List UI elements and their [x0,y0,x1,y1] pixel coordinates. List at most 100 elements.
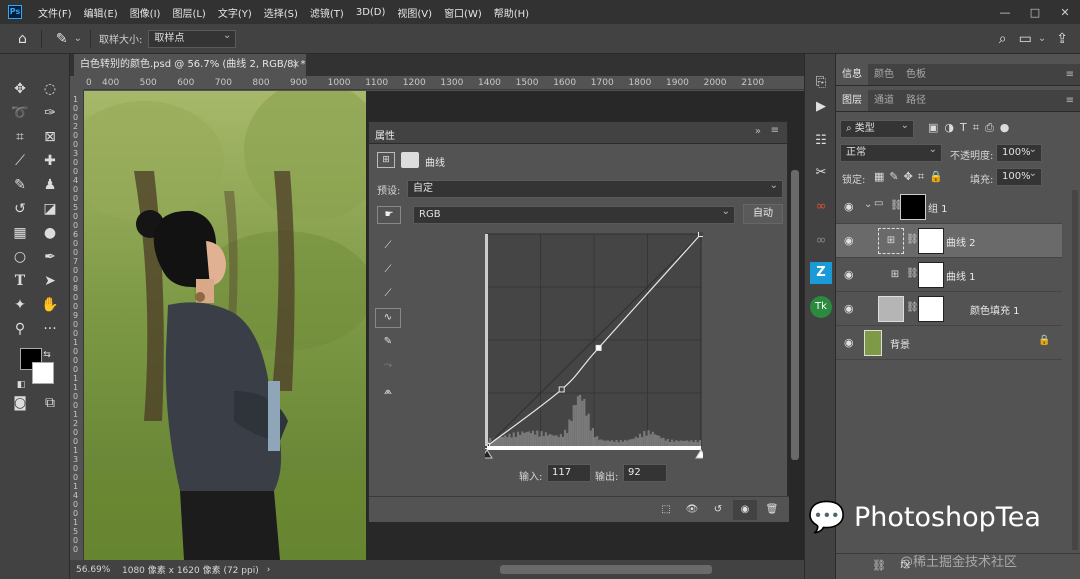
curve-points-icon[interactable]: ∿ [375,308,401,328]
smooth-curve-icon[interactable]: ⤳ [379,358,397,374]
layer-mask-thumbnail[interactable] [918,228,944,254]
frame-tool-icon[interactable]: ⊠ [38,126,62,148]
photo-canvas[interactable] [84,91,366,560]
filter-adjust-icon[interactable]: ◑ [944,121,960,134]
chevron-down-icon[interactable]: ⌄ [864,199,872,210]
black-point-slider[interactable] [485,449,493,459]
channel-select[interactable]: RGB [413,204,735,224]
menu-help[interactable]: 帮助(H) [488,5,535,20]
plugin-tk-icon[interactable]: Tk [810,296,832,318]
on-image-adjust-icon[interactable]: ☛ [377,206,401,224]
curves-adjust-icon[interactable]: ⊞ [878,228,904,254]
history-brush-icon[interactable]: ↺ [8,198,32,220]
chevron-down-icon[interactable]: ⌄ [1038,33,1046,44]
draw-curve-icon[interactable]: ✎ [379,334,397,350]
reset-icon[interactable]: ↺ [707,502,729,518]
blend-mode-select[interactable]: 正常 [840,142,942,162]
swap-colors-icon[interactable]: ⇆ [40,344,54,366]
panel-menu-icon[interactable]: ≡ [1066,69,1074,80]
menu-select[interactable]: 选择(S) [258,5,304,20]
eye-icon[interactable]: ◉ [844,336,854,349]
home-icon[interactable]: ⌂ [12,31,33,47]
tab-paths[interactable]: 路径 [900,90,932,111]
link-icon[interactable]: ⛓ [906,234,919,245]
more-tools-icon[interactable]: ··· [38,318,62,340]
output-field[interactable]: 92 [623,464,667,482]
filter-type-icon[interactable]: T [960,121,973,134]
delete-icon[interactable]: 🗑 [761,502,783,518]
eye-icon[interactable]: ◉ [844,302,854,315]
menu-file[interactable]: 文件(F) [32,5,78,20]
curve-control-point[interactable] [595,344,602,351]
tab-layers[interactable]: 图层 [836,90,868,111]
hand-tool-icon[interactable]: ✋ [38,294,62,316]
group-mask-thumbnail[interactable] [900,194,926,220]
filter-pixel-icon[interactable]: ▣ [928,121,944,134]
adjust-tools-icon[interactable]: ✂ [810,162,832,184]
filter-shape-icon[interactable]: ⌗ [973,121,985,134]
white-point-dropper-icon[interactable]: ⟋ [379,286,397,302]
stamp-tool-icon[interactable]: ♟ [38,174,62,196]
path-select-icon[interactable]: ➤ [38,270,62,292]
type-tool-icon[interactable]: T [8,270,32,292]
tab-channels[interactable]: 通道 [868,90,900,111]
filter-toggle-icon[interactable]: ● [1000,121,1016,134]
layers-scrollbar[interactable] [1072,190,1078,550]
layer-row-curves2[interactable]: ◉ ⊞ ⛓ 曲线 2 [836,224,1062,258]
visibility-toggle-icon[interactable]: ◉ [733,500,757,520]
fill-input[interactable]: 100% [996,166,1042,186]
preset-select[interactable]: 自定 [407,178,783,198]
menu-filter[interactable]: 滤镜(T) [304,5,350,20]
eye-icon[interactable]: ◉ [844,234,854,247]
eyedropper-hand-icon[interactable]: ✎ [50,31,74,47]
eye-icon[interactable]: ◉ [844,200,854,213]
sample-size-select[interactable]: 取样点 [148,28,237,48]
tab-swatches[interactable]: 色板 [900,64,932,85]
lock-artboard-icon[interactable]: ⌗ [918,170,929,183]
layer-mask-thumbnail[interactable] [918,262,944,288]
curves-adjust-icon[interactable]: ⊞ [377,152,395,168]
link-icon[interactable]: ⛓ [906,268,919,279]
history-icon[interactable]: ⎘ [810,72,832,94]
chevron-down-icon[interactable]: ⌄ [74,33,82,44]
menu-layer[interactable]: 图层(L) [166,5,211,20]
color-fill-thumbnail[interactable] [878,296,904,322]
menu-3d[interactable]: 3D(D) [350,7,392,18]
clip-to-layer-icon[interactable]: ⬚ [655,502,677,518]
curves-graph[interactable] [485,232,703,462]
tab-info[interactable]: 信息 [836,64,868,85]
lock-pixels-icon[interactable]: ✎ [889,170,903,183]
close-tab-icon[interactable]: × [292,54,300,76]
collapse-panel-icon[interactable]: » [755,126,761,137]
search-icon[interactable]: ⌕ [993,31,1013,47]
layer-filter-select[interactable]: ⌕ 类型 [840,118,914,138]
lock-icon[interactable]: 🔒 [1038,335,1050,346]
quick-mask-icon[interactable]: ◙ [8,392,32,414]
menu-type[interactable]: 文字(Y) [212,5,258,20]
link-layers-icon[interactable]: ⛓ [872,559,886,572]
panel-menu-icon[interactable]: ≡ [1066,95,1074,106]
eyedropper-tool-icon[interactable]: ⟋ [8,150,32,172]
background-thumbnail[interactable] [864,330,882,356]
lock-transparent-icon[interactable]: ▦ [874,170,889,183]
input-field[interactable]: 117 [547,464,591,482]
layer-row-group1[interactable]: ◉ ⌄ ▭ ⛓ 组 1 [836,190,1062,224]
tab-color[interactable]: 颜色 [868,64,900,85]
ellipse-marquee-icon[interactable]: ◌ [38,78,62,100]
layer-mask-thumbnail[interactable] [918,296,944,322]
plugin-icon-2[interactable]: ∞ [810,230,832,252]
minimize-button[interactable]: — [990,6,1020,19]
layer-row-background[interactable]: ◉ 背景 🔒 [836,326,1062,360]
curve-control-point[interactable] [558,386,565,393]
zoom-level[interactable]: 56.69% [76,565,116,575]
filter-smart-icon[interactable]: ⎙ [985,121,1000,134]
share-icon[interactable]: ⇪ [1050,31,1074,47]
menu-window[interactable]: 窗口(W) [438,5,488,20]
properties-tab[interactable]: 属性 [375,127,395,142]
gray-point-dropper-icon[interactable]: ⟋ [379,262,397,278]
brush-tool-icon[interactable]: ✎ [8,174,32,196]
curve-control-point[interactable] [698,232,704,237]
gradient-tool-icon[interactable]: ▦ [8,222,32,244]
status-arrow[interactable]: › [267,565,271,575]
eye-icon[interactable]: ◉ [844,268,854,281]
